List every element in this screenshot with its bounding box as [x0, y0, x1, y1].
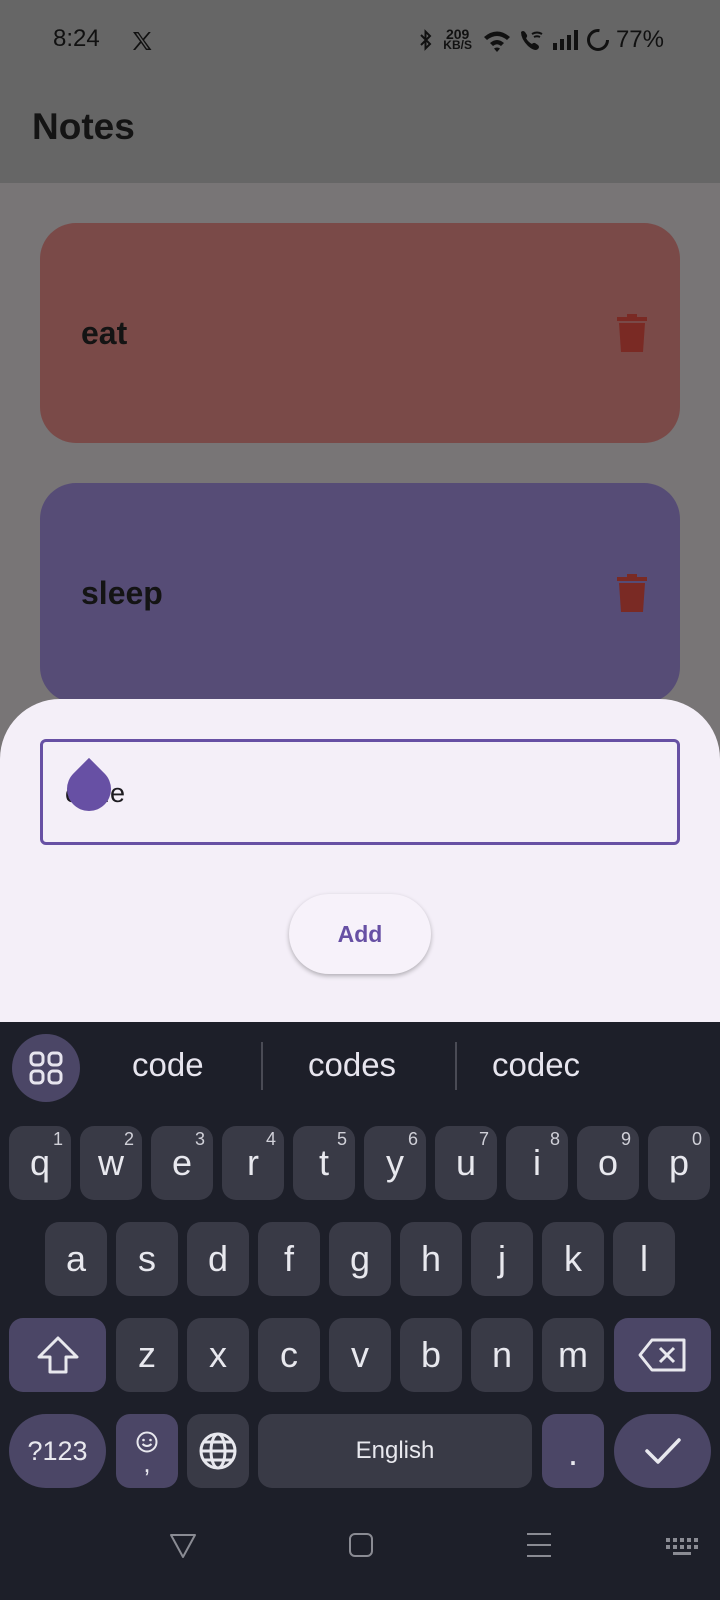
key-g[interactable]: g [329, 1222, 391, 1296]
key-z[interactable]: z [116, 1318, 178, 1392]
key-n[interactable]: n [471, 1318, 533, 1392]
emoji-comma-key[interactable]: , [116, 1414, 178, 1488]
comma-label: , [143, 1448, 151, 1478]
key-a[interactable]: a [45, 1222, 107, 1296]
key-k[interactable]: k [542, 1222, 604, 1296]
key-q[interactable]: q1 [9, 1126, 71, 1200]
key-b[interactable]: b [400, 1318, 462, 1392]
keyboard-apps-button[interactable] [12, 1034, 80, 1102]
symbols-key[interactable]: ?123 [9, 1414, 106, 1488]
key-y[interactable]: y6 [364, 1126, 426, 1200]
suggestion-1[interactable]: code [132, 1046, 204, 1084]
note-text: eat [81, 314, 128, 351]
home-icon[interactable] [346, 1530, 376, 1560]
key-v[interactable]: v [329, 1318, 391, 1392]
divider [455, 1042, 457, 1090]
done-key[interactable] [614, 1414, 711, 1488]
back-icon[interactable] [168, 1530, 198, 1560]
bluetooth-icon [420, 29, 432, 51]
x-app-icon [133, 32, 152, 50]
divider [261, 1042, 263, 1090]
battery-ring-icon [586, 29, 609, 51]
note-input[interactable]: code [40, 739, 680, 845]
net-speed: 209 KB/S [443, 26, 472, 52]
key-f[interactable]: f [258, 1222, 320, 1296]
period-key[interactable]: . [542, 1414, 604, 1488]
shift-key[interactable] [9, 1318, 106, 1392]
status-right: 209 KB/S 77% [419, 26, 664, 54]
key-m[interactable]: m [542, 1318, 604, 1392]
recents-icon[interactable] [524, 1530, 554, 1560]
keyboard: code codes codec q1 w2 e3 r4 t5 y6 u7 i8… [0, 1022, 720, 1492]
trash-icon[interactable] [617, 314, 647, 352]
key-c[interactable]: c [258, 1318, 320, 1392]
note-card-eat[interactable]: eat [40, 223, 680, 443]
app-bar: Notes [0, 84, 720, 183]
key-u[interactable]: u7 [435, 1126, 497, 1200]
battery-percent: 77% [615, 26, 664, 53]
add-note-sheet: code Add [0, 699, 720, 1024]
backspace-key[interactable] [614, 1318, 711, 1392]
language-key[interactable] [187, 1414, 249, 1488]
wifi-icon [483, 31, 510, 52]
globe-icon [199, 1432, 237, 1470]
key-l[interactable]: l [613, 1222, 675, 1296]
key-e[interactable]: e3 [151, 1126, 213, 1200]
grid-icon [29, 1051, 63, 1085]
backspace-icon [638, 1338, 685, 1372]
key-r[interactable]: r4 [222, 1126, 284, 1200]
keyboard-icon[interactable] [664, 1530, 700, 1560]
suggestion-bar: code codes codec [0, 1022, 720, 1112]
key-p[interactable]: p0 [648, 1126, 710, 1200]
suggestion-3[interactable]: codec [492, 1046, 580, 1084]
status-bar: 8:24 209 KB/S 77% [0, 0, 720, 84]
key-j[interactable]: j [471, 1222, 533, 1296]
checkmark-icon [644, 1438, 681, 1464]
navigation-bar [0, 1492, 720, 1600]
trash-icon[interactable] [617, 574, 647, 612]
suggestion-2[interactable]: codes [308, 1046, 396, 1084]
key-d[interactable]: d [187, 1222, 249, 1296]
key-t[interactable]: t5 [293, 1126, 355, 1200]
key-x[interactable]: x [187, 1318, 249, 1392]
add-button[interactable]: Add [289, 894, 431, 974]
key-w[interactable]: w2 [80, 1126, 142, 1200]
note-card-sleep[interactable]: sleep [40, 483, 680, 703]
status-time: 8:24 [53, 25, 100, 52]
page-title: Notes [32, 106, 135, 147]
shift-icon [37, 1336, 78, 1374]
key-o[interactable]: o9 [577, 1126, 639, 1200]
space-key[interactable]: English [258, 1414, 532, 1488]
wifi-call-icon [520, 31, 543, 50]
signal-icon [552, 30, 578, 50]
key-s[interactable]: s [116, 1222, 178, 1296]
key-i[interactable]: i8 [506, 1126, 568, 1200]
key-h[interactable]: h [400, 1222, 462, 1296]
note-text: sleep [81, 574, 163, 611]
